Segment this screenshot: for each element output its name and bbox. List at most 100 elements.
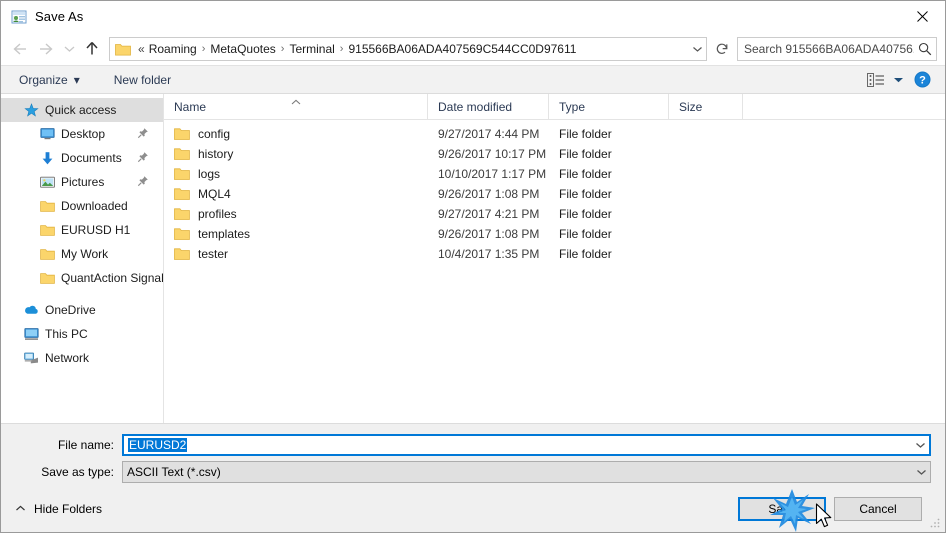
breadcrumb[interactable]: « Roaming › MetaQuotes › Terminal › 9155… (135, 42, 688, 56)
table-row[interactable]: templates 9/26/2017 1:08 PM File folder (164, 224, 945, 244)
this-pc-icon (23, 326, 39, 342)
sidebar-item-label: Downloaded (61, 199, 128, 213)
file-list: Name Date modified Type Size config 9/27… (164, 94, 945, 423)
file-name-label: tester (198, 247, 229, 261)
date-modified-cell: 10/4/2017 1:35 PM (438, 247, 540, 261)
table-row[interactable]: config 9/27/2017 4:44 PM File folder (164, 124, 945, 144)
new-folder-button[interactable]: New folder (108, 66, 177, 93)
breadcrumb-item-1[interactable]: MetaQuotes (207, 42, 278, 56)
table-row[interactable]: tester 10/4/2017 1:35 PM File folder (164, 244, 945, 264)
sidebar-item-label: My Work (61, 247, 109, 261)
date-modified-cell: 9/26/2017 1:08 PM (438, 227, 540, 241)
chevron-down-icon[interactable] (688, 45, 706, 53)
sidebar-item-network[interactable]: Network (1, 346, 163, 370)
folder-icon (174, 187, 190, 201)
date-modified-cell: 10/10/2017 1:17 PM (438, 167, 547, 181)
view-layout-icon[interactable] (863, 70, 889, 90)
folder-icon (174, 247, 190, 261)
file-name-selected-text[interactable]: EURUSD2 (128, 437, 188, 452)
search-box[interactable]: Search 915566BA06ADA40756... (737, 36, 937, 61)
file-name-label: profiles (198, 207, 237, 221)
type-cell: File folder (559, 247, 612, 261)
save-button[interactable]: Save (738, 496, 826, 521)
file-name-label: history (198, 147, 234, 161)
sidebar-item-my-work[interactable]: My Work (1, 242, 163, 266)
breadcrumb-separator[interactable]: › (279, 43, 287, 55)
date-modified-cell: 9/26/2017 10:17 PM (438, 147, 547, 161)
help-icon[interactable]: ? (907, 69, 937, 91)
file-name-label: File name: (57, 437, 114, 452)
column-header-label: Type (559, 99, 586, 114)
sidebar-item-desktop[interactable]: Desktop (1, 122, 163, 146)
sidebar-item-downloaded[interactable]: Downloaded (1, 194, 163, 218)
file-name-label: logs (198, 167, 221, 181)
save-as-icon (11, 9, 27, 25)
save-as-type-value[interactable]: ASCII Text (*.csv) (123, 465, 913, 479)
column-header-date-modified[interactable]: Date modified (427, 94, 548, 119)
refresh-icon[interactable] (711, 36, 733, 62)
new-folder-label: New folder (113, 72, 172, 87)
sidebar-item-documents[interactable]: Documents (1, 146, 163, 170)
hide-folders-label: Hide Folders (34, 501, 103, 516)
column-header-size[interactable]: Size (668, 94, 742, 119)
forward-arrow-icon[interactable] (33, 36, 59, 62)
cancel-button[interactable]: Cancel (834, 496, 922, 521)
network-icon (23, 350, 39, 366)
search-input[interactable]: Search 915566BA06ADA40756... (738, 42, 914, 56)
pin-icon[interactable] (137, 151, 149, 163)
sidebar-item-quick-access[interactable]: Quick access (1, 98, 163, 122)
sidebar-item-onedrive[interactable]: OneDrive (1, 298, 163, 322)
column-header-name[interactable]: Name (164, 94, 427, 119)
breadcrumb-item-0[interactable]: Roaming (146, 42, 200, 56)
file-name-label: config (198, 127, 231, 141)
table-row[interactable]: MQL4 9/26/2017 1:08 PM File folder (164, 184, 945, 204)
sidebar-item-quantaction-signal[interactable]: QuantAction Signal (1, 266, 163, 290)
save-as-type-select[interactable]: ASCII Text (*.csv) (122, 460, 931, 483)
type-cell: File folder (559, 207, 612, 221)
sidebar-item-label: Documents (61, 151, 122, 165)
folder-icon (39, 246, 55, 262)
up-arrow-icon[interactable] (79, 36, 105, 62)
back-arrow-icon[interactable] (7, 36, 33, 62)
date-modified-cell: 9/27/2017 4:21 PM (438, 207, 540, 221)
hide-folders-button[interactable]: Hide Folders (15, 502, 102, 516)
resize-grip-icon[interactable] (928, 516, 941, 529)
type-cell: File folder (559, 147, 612, 161)
pictures-icon (39, 174, 55, 190)
file-name-cell: tester (164, 247, 427, 261)
breadcrumb-separator[interactable]: › (200, 43, 208, 55)
table-row[interactable]: profiles 9/27/2017 4:21 PM File folder (164, 204, 945, 224)
recent-locations-chevron-icon[interactable] (59, 36, 79, 62)
address-bar[interactable]: « Roaming › MetaQuotes › Terminal › 9155… (109, 36, 707, 61)
file-name-value[interactable]: EURUSD2 (124, 437, 912, 452)
pin-icon[interactable] (137, 127, 149, 139)
breadcrumb-overflow[interactable]: « (135, 42, 146, 56)
toolbar-right-group: ? (863, 69, 937, 91)
breadcrumb-item-3[interactable]: 915566BA06ADA407569C544CC0D97611 (345, 42, 579, 56)
pin-icon[interactable] (137, 175, 149, 187)
sidebar-item-label: OneDrive (45, 303, 96, 317)
chevron-down-icon[interactable] (913, 468, 930, 476)
column-header-type[interactable]: Type (548, 94, 668, 119)
close-icon[interactable] (899, 1, 945, 31)
sidebar-item-label: This PC (45, 327, 88, 341)
breadcrumb-separator[interactable]: › (338, 43, 346, 55)
sidebar-item-pictures[interactable]: Pictures (1, 170, 163, 194)
column-header-empty[interactable] (742, 94, 945, 119)
search-icon[interactable] (914, 42, 936, 56)
organize-button[interactable]: Organize ▾ (13, 66, 86, 93)
table-row[interactable]: history 9/26/2017 10:17 PM File folder (164, 144, 945, 164)
table-row[interactable]: logs 10/10/2017 1:17 PM File folder (164, 164, 945, 184)
folder-icon (115, 42, 131, 56)
file-name-label: templates (198, 227, 251, 241)
footer-buttons: Save Cancel (738, 496, 931, 521)
breadcrumb-item-2[interactable]: Terminal (286, 42, 337, 56)
sidebar-item-this-pc[interactable]: This PC (1, 322, 163, 346)
sidebar-item-label: QuantAction Signal (61, 271, 163, 285)
file-name-input[interactable]: EURUSD2 (122, 433, 931, 456)
view-dropdown-chevron-icon[interactable] (889, 70, 907, 90)
onedrive-cloud-icon (23, 302, 39, 318)
sidebar-item-eurusd-h1[interactable]: EURUSD H1 (1, 218, 163, 242)
chevron-down-icon[interactable] (912, 441, 929, 449)
